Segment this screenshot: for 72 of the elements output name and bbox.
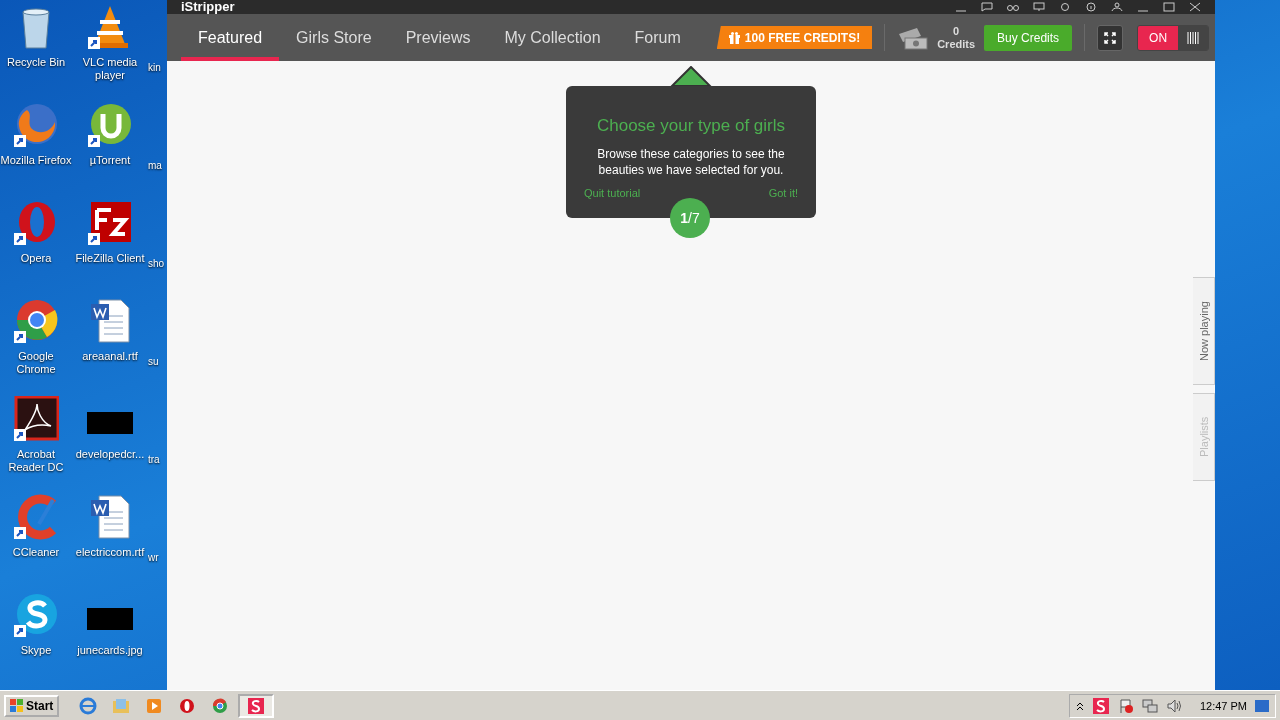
desktop-icon-label: wr <box>148 551 159 564</box>
nav-tab[interactable]: My Collection <box>487 14 618 61</box>
chat-icon[interactable] <box>981 2 993 12</box>
bars-icon <box>1187 31 1200 44</box>
monitor-icon[interactable] <box>1033 2 1045 12</box>
power-toggle[interactable]: ON <box>1137 24 1210 51</box>
side-tab[interactable]: Now playing <box>1193 277 1215 385</box>
browser-e-icon <box>79 696 98 715</box>
desktop-icon-label: VLC media player <box>81 56 139 82</box>
start-button[interactable]: Start <box>4 694 60 717</box>
desktop-icon-label: Mozilla Firefox <box>0 154 73 167</box>
desktop-icon-label: Skype <box>19 644 53 657</box>
money-icon <box>897 25 930 50</box>
acrobat-icon[interactable] <box>13 396 59 442</box>
tutorial-text: Browse these categories to see the beauties we have selected for you. <box>596 146 786 178</box>
desktop-icon-label: junecards.jpg <box>76 644 144 657</box>
tutorial-title: Choose your type of girls <box>596 116 785 136</box>
desktop-icon-label: µTorrent <box>88 154 132 167</box>
chrome-icon <box>212 697 229 714</box>
skype-icon[interactable] <box>13 592 59 638</box>
toggle-on-button[interactable]: ON <box>1138 25 1179 50</box>
folder-icon <box>112 697 131 714</box>
desktop-icon-label: Opera <box>19 252 53 265</box>
expand-icon <box>1104 31 1117 44</box>
nav-tab[interactable]: Featured <box>181 14 280 61</box>
desktop-icon-label: tra <box>148 453 160 466</box>
network-icon[interactable] <box>1141 697 1158 714</box>
desktop-icon-label: Recycle Bin <box>5 56 67 69</box>
desktop-icon-label: su <box>148 355 159 368</box>
desktop-icon-label: developedcr... <box>74 448 146 461</box>
opera-icon <box>179 697 196 714</box>
clock-time[interactable]: 12:47 PM <box>1199 699 1247 712</box>
speaker-icon[interactable] <box>1165 697 1182 714</box>
windows-logo-icon <box>10 698 24 713</box>
show-desktop-icon[interactable] <box>1255 699 1269 712</box>
chevron-up-icon[interactable] <box>1075 700 1084 711</box>
desktop-icon-label: Acrobat Reader DC <box>7 448 65 474</box>
nav-tab[interactable]: Previews <box>388 14 488 61</box>
buy-credits-button[interactable]: Buy Credits <box>984 24 1073 51</box>
got-it-link[interactable]: Got it! <box>768 187 798 199</box>
info-icon[interactable] <box>1085 2 1097 12</box>
desktop-icon-label: sho <box>148 257 165 270</box>
close-icon[interactable] <box>1189 2 1201 12</box>
desktop-icon-label: ma <box>148 159 162 172</box>
gift-icon <box>728 31 740 44</box>
app-logo-icon <box>1091 696 1110 715</box>
step-counter: 1/7 <box>670 198 710 238</box>
desktop-icon-label: Google Chrome <box>15 350 57 376</box>
desktop-icon-label: electriccom.rtf <box>74 546 146 559</box>
fox-globe-icon[interactable] <box>13 102 59 148</box>
quit-tutorial-link[interactable]: Quit tutorial <box>584 187 641 199</box>
maximize-icon[interactable] <box>1163 2 1175 12</box>
fullscreen-button[interactable] <box>1097 24 1124 51</box>
app-logo-icon <box>247 696 266 715</box>
app-logo: iStripper <box>181 0 235 14</box>
ccleaner-icon[interactable] <box>13 494 59 540</box>
taskbar-app-button[interactable] <box>238 693 275 718</box>
flag-icon[interactable] <box>1117 697 1134 714</box>
nav-tab[interactable]: Forum <box>617 14 698 61</box>
nav-tab[interactable]: Girls Store <box>279 14 389 61</box>
chrome-icon[interactable] <box>13 298 59 344</box>
desktop-icon-label: CCleaner <box>11 546 61 559</box>
credit-count: 0 <box>953 24 960 38</box>
desktop-icon-label: areaanal.rtf <box>81 350 139 363</box>
play-icon <box>146 697 163 714</box>
user-icon[interactable] <box>1111 2 1123 12</box>
glasses-icon[interactable] <box>1007 2 1019 12</box>
filezilla-icon[interactable] <box>87 200 133 246</box>
credits-label: Credits <box>937 37 976 51</box>
utorrent-icon[interactable] <box>87 102 133 148</box>
desktop-icon-label: kin <box>148 61 161 74</box>
desktop-icon-label: FileZilla Client <box>74 252 146 265</box>
